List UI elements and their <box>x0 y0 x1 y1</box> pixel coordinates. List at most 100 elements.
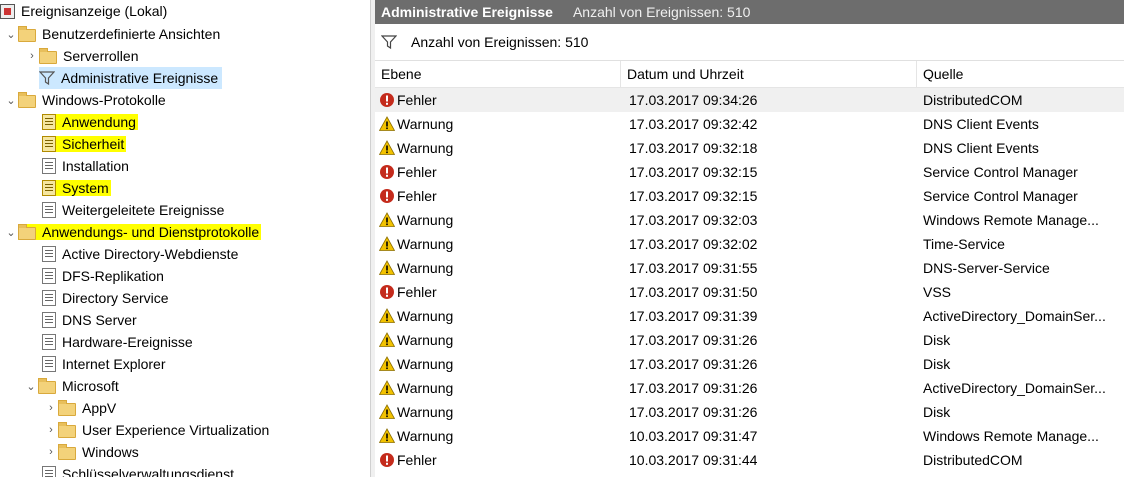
event-datetime: 17.03.2017 09:31:39 <box>629 308 758 324</box>
tree-node-dns-server[interactable]: DNS Server <box>42 309 139 331</box>
tree-node-key-management[interactable]: Schlüsselverwaltungsdienst <box>42 463 236 477</box>
event-count: Anzahl von Ereignissen: 510 <box>572 4 751 20</box>
event-row[interactable]: Warnung 17.03.2017 09:31:26 Disk <box>375 328 1124 352</box>
chevron-down-icon[interactable]: ⌄ <box>24 380 38 393</box>
log-icon <box>42 158 56 174</box>
event-level: Warnung <box>375 236 621 252</box>
tree-node-installation[interactable]: Installation <box>42 155 131 177</box>
event-level-label: Warnung <box>397 356 454 372</box>
tree-label: Hardware-Ereignisse <box>62 334 193 350</box>
warning-icon <box>379 356 395 371</box>
event-row[interactable]: Fehler 17.03.2017 09:31:50 VSS <box>375 280 1124 304</box>
event-level: Warnung <box>375 260 621 276</box>
tree-node-appv[interactable]: › AppV <box>44 397 118 419</box>
chevron-down-icon[interactable]: ⌄ <box>4 28 18 41</box>
event-row[interactable]: Warnung 17.03.2017 09:31:26 Disk <box>375 352 1124 376</box>
tree-node-windows-logs[interactable]: ⌄ Windows-Protokolle <box>4 89 168 111</box>
chevron-right-icon[interactable]: › <box>44 446 58 458</box>
event-row[interactable]: Fehler 17.03.2017 09:34:26 DistributedCOM <box>375 88 1124 112</box>
event-source: VSS <box>923 284 952 300</box>
tree-label: Anwendung <box>62 114 136 130</box>
tree-node-directory-service[interactable]: Directory Service <box>42 287 171 309</box>
event-datetime: 17.03.2017 09:32:15 <box>629 188 758 204</box>
tree-node-windows[interactable]: › Windows <box>44 441 141 463</box>
event-row[interactable]: Warnung 17.03.2017 09:32:02 Time-Service <box>375 232 1124 256</box>
tree-node-hardware[interactable]: Hardware-Ereignisse <box>42 331 195 353</box>
tree-node-security[interactable]: Sicherheit <box>42 133 127 155</box>
event-level-label: Warnung <box>397 116 454 132</box>
tree-node-custom-views[interactable]: ⌄ Benutzerdefinierte Ansichten <box>4 23 222 45</box>
column-source[interactable]: Quelle <box>917 61 1124 87</box>
event-row[interactable]: Fehler 17.03.2017 09:32:15 Service Control… <box>375 160 1124 184</box>
event-datetime: 17.03.2017 09:31:55 <box>629 260 758 276</box>
event-row[interactable]: Warnung 17.03.2017 09:31:39 ActiveDirector… <box>375 304 1124 328</box>
event-level-label: Fehler <box>397 188 437 204</box>
tree-node-server-roles[interactable]: › Serverrollen <box>25 45 140 67</box>
tree-label: Anwendungs- und Dienstprotokolle <box>42 224 260 240</box>
event-row[interactable]: Warnung 17.03.2017 09:31:26 ActiveDirector… <box>375 376 1124 400</box>
tree-node-root[interactable]: Ereignisanzeige (Lokal) <box>0 0 169 22</box>
tree-node-forwarded[interactable]: Weitergeleitete Ereignisse <box>42 199 226 221</box>
event-source: DNS-Server-Service <box>923 260 1050 276</box>
tree-label: Schlüsselverwaltungsdienst <box>62 466 234 477</box>
tree-label: DFS-Replikation <box>62 268 164 284</box>
events-pane: Administrative Ereignisse Anzahl von Ere… <box>375 0 1124 477</box>
column-header-row: Ebene Datum und Uhrzeit Quelle <box>375 61 1124 88</box>
tree-node-uev[interactable]: › User Experience Virtualization <box>44 419 271 441</box>
event-source: Disk <box>923 404 951 420</box>
tree-node-application[interactable]: Anwendung <box>42 111 138 133</box>
warning-icon <box>379 212 395 227</box>
event-datetime: 17.03.2017 09:31:26 <box>629 332 758 348</box>
event-row[interactable]: Warnung 10.03.2017 09:31:47 Windows Remote… <box>375 424 1124 448</box>
event-datetime: 17.03.2017 09:32:18 <box>629 140 758 156</box>
filter-icon <box>39 71 55 86</box>
folder-icon <box>38 378 56 394</box>
tree-node-ad-web[interactable]: Active Directory-Webdienste <box>42 243 240 265</box>
tree-label: Benutzerdefinierte Ansichten <box>42 26 221 42</box>
tree-node-microsoft[interactable]: ⌄ Microsoft <box>24 375 121 397</box>
log-icon <box>42 180 56 196</box>
event-row[interactable]: Warnung 17.03.2017 09:31:55 DNS-Server-Ser… <box>375 256 1124 280</box>
event-level-label: Fehler <box>397 92 437 108</box>
warning-icon <box>379 308 395 323</box>
pane-title: Administrative Ereignisse <box>381 4 553 20</box>
event-source: Disk <box>923 332 951 348</box>
warning-icon <box>379 428 395 443</box>
column-level[interactable]: Ebene <box>375 61 621 87</box>
event-level: Fehler <box>375 284 621 300</box>
chevron-right-icon[interactable]: › <box>44 402 58 414</box>
tree-node-system[interactable]: System <box>42 177 111 199</box>
log-icon <box>42 290 56 306</box>
event-row[interactable]: Warnung 17.03.2017 09:32:03 Windows Remote… <box>375 208 1124 232</box>
event-level: Warnung <box>375 428 621 444</box>
warning-icon <box>379 332 395 347</box>
error-icon <box>380 93 394 107</box>
column-datetime[interactable]: Datum und Uhrzeit <box>621 61 917 87</box>
tree-node-dfs[interactable]: DFS-Replikation <box>42 265 166 287</box>
event-row[interactable]: Warnung 17.03.2017 09:31:26 Disk <box>375 400 1124 424</box>
chevron-right-icon[interactable]: › <box>44 424 58 436</box>
event-level: Warnung <box>375 140 621 156</box>
chevron-down-icon[interactable]: ⌄ <box>4 226 18 239</box>
tree-node-ie[interactable]: Internet Explorer <box>42 353 168 375</box>
tree-label: Installation <box>62 158 129 174</box>
event-row[interactable]: Fehler 17.03.2017 09:32:15 Service Control… <box>375 184 1124 208</box>
event-row[interactable]: Warnung 17.03.2017 09:32:18 DNS Client Eve… <box>375 136 1124 160</box>
event-level: Warnung <box>375 404 621 420</box>
chevron-down-icon[interactable]: ⌄ <box>4 94 18 107</box>
warning-icon <box>379 140 395 155</box>
event-viewer-icon <box>0 3 15 19</box>
event-source: Service Control Manager <box>923 164 1078 180</box>
tree-label: Windows-Protokolle <box>42 92 166 108</box>
event-level: Fehler <box>375 164 621 180</box>
event-level: Fehler <box>375 92 621 108</box>
event-list: Fehler 17.03.2017 09:34:26 DistributedCOM W… <box>375 88 1124 472</box>
event-source: Disk <box>923 356 951 372</box>
chevron-right-icon[interactable]: › <box>25 50 39 62</box>
event-row[interactable]: Warnung 17.03.2017 09:32:42 DNS Client Eve… <box>375 112 1124 136</box>
tree-node-admin-events[interactable]: Administrative Ereignisse <box>39 67 223 89</box>
event-row[interactable]: Fehler 10.03.2017 09:31:44 DistributedCOM <box>375 448 1124 472</box>
log-icon <box>42 334 56 350</box>
tree-node-app-service-logs[interactable]: ⌄ Anwendungs- und Dienstprotokolle <box>4 221 262 243</box>
tree-label: Sicherheit <box>62 136 125 152</box>
